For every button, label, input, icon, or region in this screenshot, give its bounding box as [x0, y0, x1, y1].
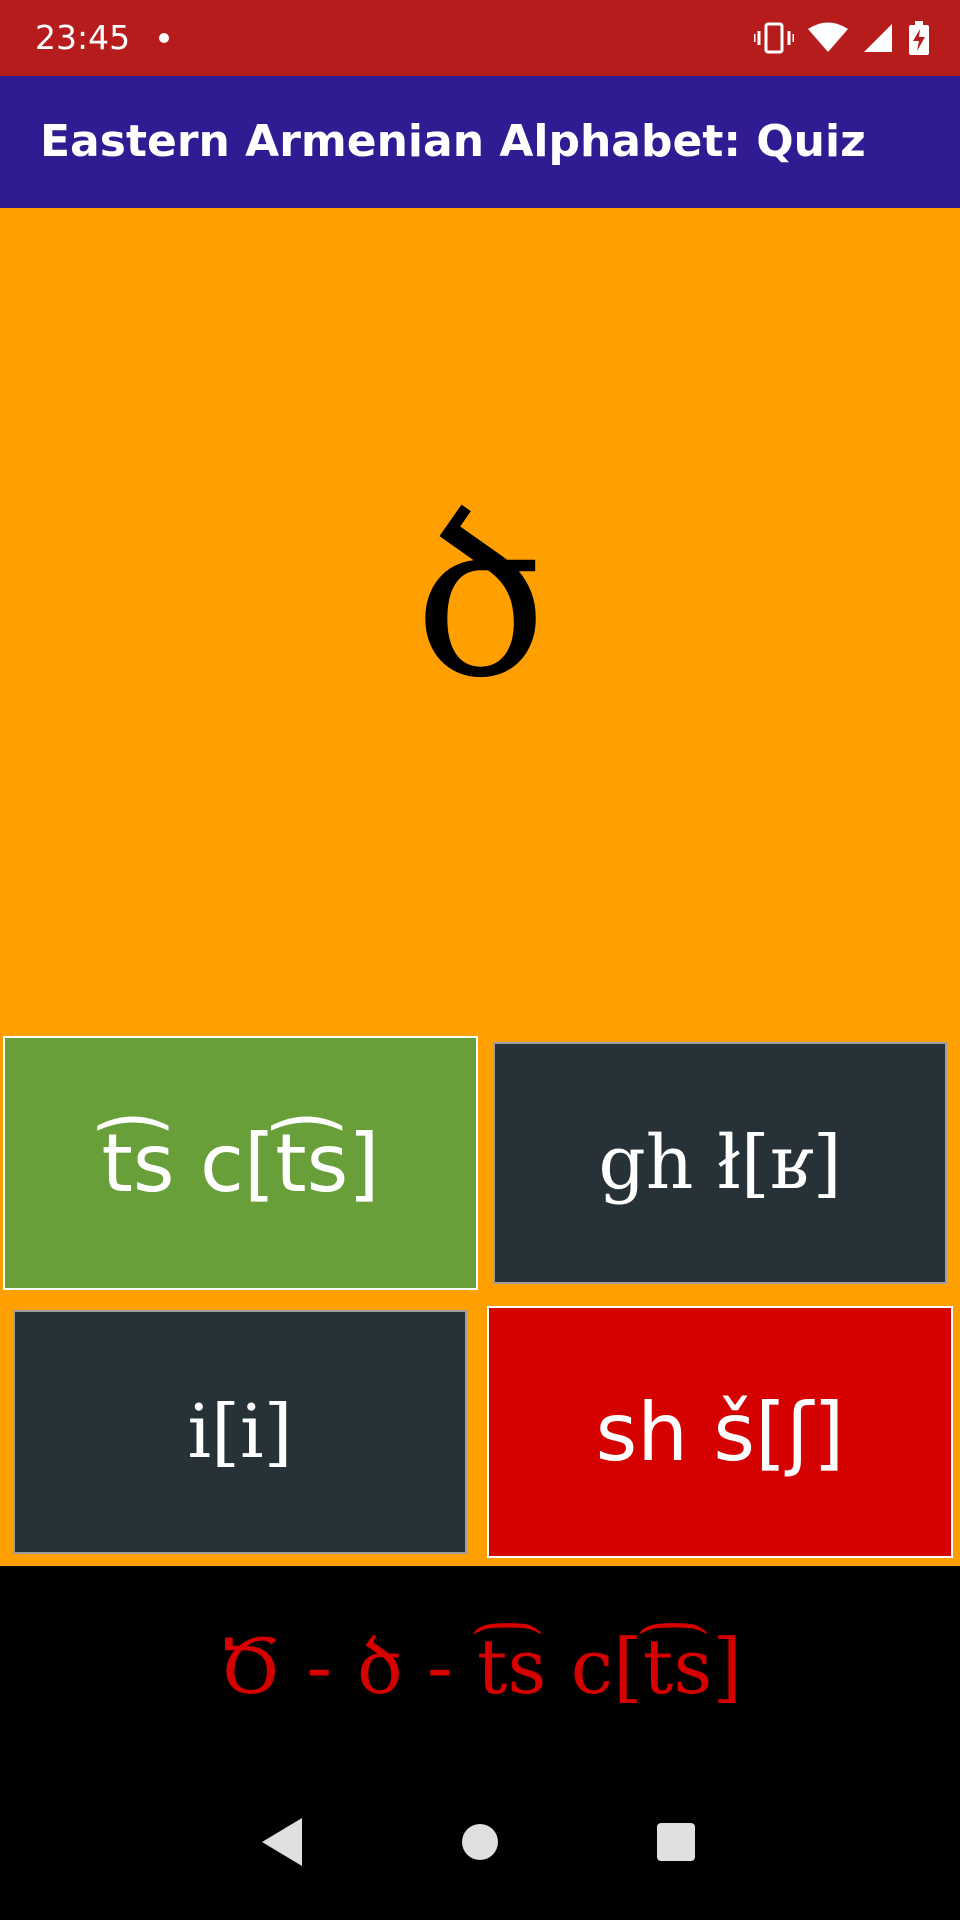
feedback-text: Ծ - ծ - t͡s c[t͡s]: [0, 1566, 960, 1766]
navigation-bar: [0, 1766, 960, 1920]
answer-label: sh š[ʃ]: [595, 1385, 845, 1479]
vibrate-icon: [754, 22, 794, 54]
answer-label: gh ł[ʁ]: [598, 1120, 842, 1206]
status-icons: [754, 20, 930, 56]
app-title: Eastern Armenian Alphabet: Quiz: [40, 116, 866, 167]
signal-icon: [864, 24, 892, 52]
recents-icon[interactable]: [644, 1810, 708, 1874]
home-icon[interactable]: [448, 1810, 512, 1874]
notification-dot-icon: [159, 33, 169, 43]
answer-button-1[interactable]: t͡s c[t͡s]: [3, 1036, 478, 1290]
answer-label: t͡s c[t͡s]: [101, 1116, 380, 1210]
wifi-icon: [808, 22, 848, 52]
battery-charging-icon: [909, 21, 929, 55]
answer-button-4[interactable]: sh š[ʃ]: [487, 1306, 953, 1558]
status-bar: 23:45: [0, 0, 960, 76]
answer-button-3[interactable]: i[i]: [13, 1310, 467, 1554]
answer-button-2[interactable]: gh ł[ʁ]: [493, 1042, 947, 1284]
back-icon[interactable]: [250, 1810, 314, 1874]
quiz-letter: ծ: [412, 470, 548, 726]
app-bar: Eastern Armenian Alphabet: Quiz: [0, 76, 960, 208]
answer-label: i[i]: [187, 1389, 293, 1475]
status-time: 23:45: [35, 18, 131, 57]
